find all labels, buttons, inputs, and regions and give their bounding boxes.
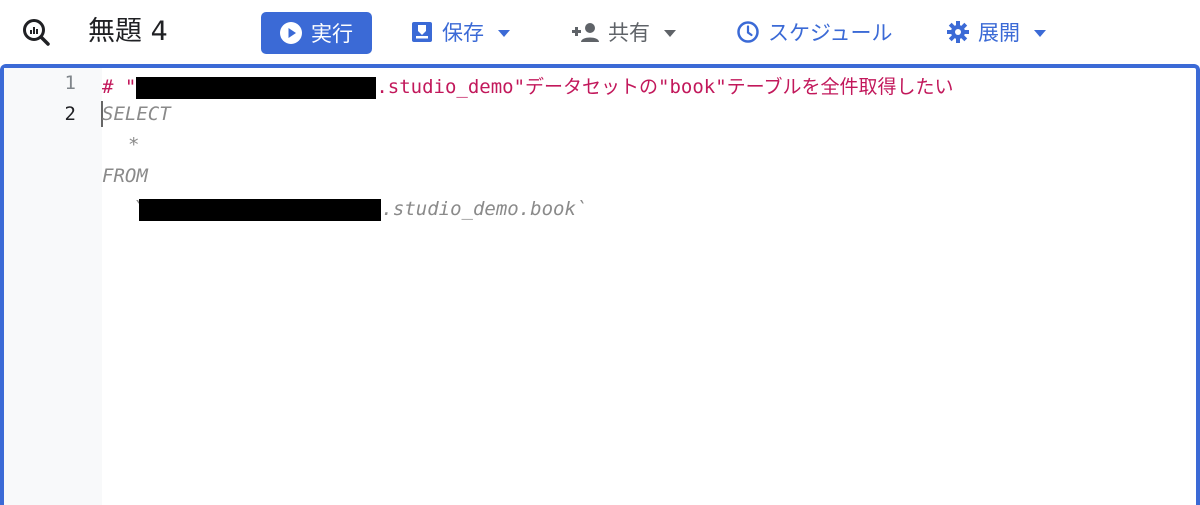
chevron-down-icon	[1034, 29, 1046, 37]
bigquery-logo-icon	[23, 19, 50, 46]
query-title[interactable]: 無題 4	[88, 14, 168, 50]
play-circle-icon	[280, 22, 302, 44]
save-button[interactable]: 保存	[410, 14, 510, 50]
deploy-button-label: 展開	[978, 21, 1020, 45]
comment-prefix: # "	[102, 76, 137, 98]
save-button-label: 保存	[442, 21, 484, 45]
code-line-comment[interactable]: # " .studio_demo"データセットの"book"テーブルを全件取得した…	[102, 72, 954, 99]
line-number: 1	[64, 72, 76, 94]
schedule-button[interactable]: スケジュール	[736, 14, 893, 50]
redacted-project-id	[136, 76, 377, 99]
code-line-star[interactable]: *	[128, 134, 139, 156]
comment-suffix: .studio_demo"データセットの"book"テーブルを全件取得したい	[376, 76, 954, 98]
share-button[interactable]: 共有	[570, 14, 676, 50]
code-line-from[interactable]: FROM	[102, 165, 148, 187]
code-line-table[interactable]: ` .studio_demo.book`	[132, 198, 587, 221]
run-button-label: 実行	[311, 22, 353, 46]
deploy-button[interactable]: 展開	[946, 14, 1046, 50]
query-editor[interactable]	[0, 64, 1200, 505]
table-suffix: .studio_demo.book`	[381, 198, 588, 220]
save-icon	[412, 22, 432, 42]
line-number-gutter	[4, 68, 102, 505]
chevron-down-icon	[498, 29, 510, 37]
run-button[interactable]: 実行	[261, 12, 372, 54]
code-line-select[interactable]: SELECT	[102, 103, 171, 125]
person-add-icon	[572, 23, 599, 42]
gear-icon	[947, 21, 969, 43]
chevron-down-icon	[664, 29, 676, 37]
line-number: 2	[64, 103, 76, 125]
toolbar: 無題 4 実行 保存 共有 スケジュール 展開	[0, 0, 1200, 64]
share-button-label: 共有	[608, 21, 650, 45]
clock-icon	[737, 21, 759, 43]
redacted-project-id	[139, 198, 382, 221]
schedule-button-label: スケジュール	[768, 21, 893, 45]
